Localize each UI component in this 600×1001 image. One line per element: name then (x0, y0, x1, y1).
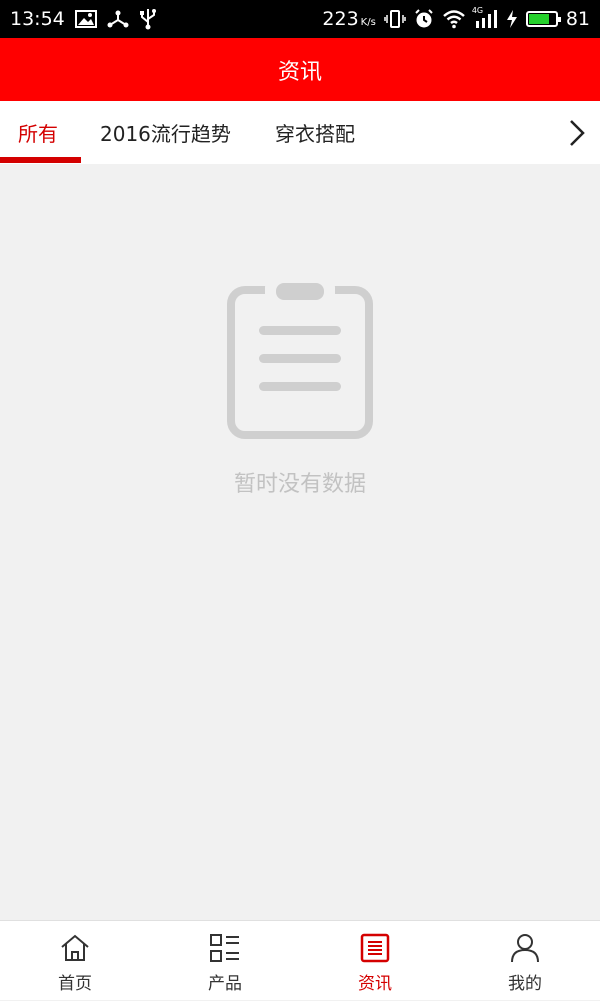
empty-state-message: 暂时没有数据 (233, 472, 366, 497)
clock: 13:54 (10, 8, 65, 30)
vibrate-icon (384, 9, 406, 29)
tabs-scroll-right-button[interactable] (564, 117, 590, 149)
network-speed-unit: K/s (360, 17, 376, 28)
nav-home[interactable]: 首页 (0, 921, 150, 1001)
home-icon (58, 932, 92, 964)
usb-icon (139, 8, 157, 30)
image-icon (74, 10, 97, 28)
tab-2016-trends[interactable]: 2016流行趋势 (100, 101, 231, 164)
category-tabs: 所有 2016流行趋势 穿衣搭配 (0, 101, 600, 164)
nav-news[interactable]: 资讯 (300, 921, 450, 1001)
share-icon (107, 9, 129, 29)
network-type: 4G (471, 6, 484, 15)
app-header: 资讯 (0, 38, 600, 101)
alarm-icon (414, 9, 434, 29)
battery-fill (528, 14, 550, 24)
nav-products[interactable]: 产品 (150, 921, 300, 1001)
wifi-icon (442, 9, 466, 29)
clipboard-icon (227, 283, 373, 443)
battery-icon (525, 11, 561, 27)
nav-mine-label: 我的 (508, 974, 542, 994)
news-icon (358, 932, 392, 964)
active-tab-indicator (0, 157, 81, 163)
tab-outfit-matching[interactable]: 穿衣搭配 (275, 101, 355, 164)
product-list-icon (208, 932, 242, 964)
nav-news-label: 资讯 (358, 974, 392, 994)
tab-all[interactable]: 所有 (18, 101, 58, 164)
chevron-right-icon (570, 120, 585, 146)
content-area (0, 164, 600, 920)
battery-level: 81 (565, 8, 590, 30)
user-icon (508, 932, 542, 964)
nav-mine[interactable]: 我的 (450, 921, 600, 1001)
charging-icon (506, 9, 518, 29)
network-speed: 223 K/s (322, 8, 376, 30)
signal-icon: 4G (471, 6, 498, 29)
page-title: 资讯 (277, 59, 322, 85)
nav-products-label: 产品 (208, 974, 242, 994)
status-bar: 13:54 223 K/s 4G 81 (0, 0, 600, 38)
bottom-navigation: 首页 产品 资讯 我的 (0, 920, 600, 1000)
nav-home-label: 首页 (58, 974, 92, 994)
